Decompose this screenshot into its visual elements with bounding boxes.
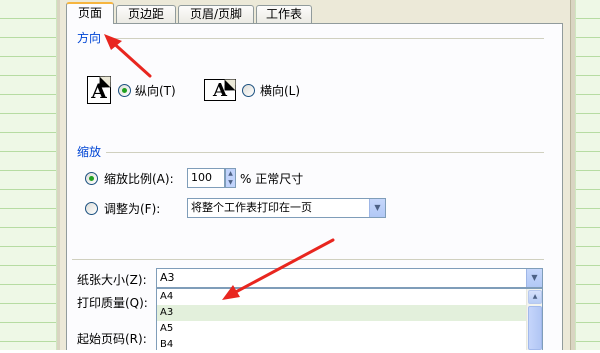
paper-size-dropdown-list[interactable]: A4 A3 A5 B4 ▲ (156, 288, 543, 350)
paper-size-label: 纸张大小(Z): (77, 273, 147, 287)
fit-to-value: 将整个工作表打印在一页 (191, 201, 312, 214)
normal-size-label: % 正常尺寸 (240, 172, 304, 186)
tab-header-footer[interactable]: 页眉/页脚 (178, 5, 254, 23)
fit-to-select[interactable]: 将整个工作表打印在一页 ▼ (187, 198, 386, 218)
list-item[interactable]: A5 (157, 321, 542, 337)
spin-down-icon[interactable]: ▼ (226, 178, 235, 187)
tab-sheet[interactable]: 工作表 (256, 5, 312, 23)
orientation-divider (108, 38, 544, 39)
scaling-section-title: 缩放 (77, 145, 102, 159)
dropdown-scrollbar[interactable]: ▲ (526, 289, 542, 350)
adjust-to-label[interactable]: 缩放比例(A): (104, 170, 174, 187)
list-item[interactable]: B4 (157, 337, 542, 353)
landscape-label[interactable]: 横向(L) (260, 82, 300, 99)
worksheet-background-left (0, 0, 57, 350)
list-item[interactable]: A4 (157, 289, 542, 305)
adjust-to-radio[interactable] (85, 172, 98, 185)
portrait-page-icon: A (87, 76, 111, 104)
paper-size-select[interactable]: A3 ▼ (156, 268, 543, 288)
landscape-page-icon: A (204, 79, 236, 101)
chevron-down-icon[interactable]: ▼ (369, 199, 385, 217)
scroll-up-icon[interactable]: ▲ (528, 290, 542, 304)
fit-to-label[interactable]: 调整为(F): (104, 200, 160, 217)
scale-percent-input[interactable]: 100 (187, 168, 225, 188)
print-quality-label: 打印质量(Q): (77, 296, 148, 310)
spin-up-icon[interactable]: ▲ (226, 169, 235, 178)
fit-to-radio[interactable] (85, 202, 98, 215)
worksheet-background-right (575, 0, 600, 350)
portrait-radio[interactable] (118, 84, 131, 97)
tab-margins[interactable]: 页边距 (116, 5, 176, 23)
dialog-left-edge (57, 0, 60, 350)
dialog-right-edge (570, 0, 575, 350)
tab-page[interactable]: 页面 (66, 2, 114, 24)
first-page-number-label: 起始页码(R): (77, 332, 147, 346)
scale-percent-spinner[interactable]: ▲ ▼ (225, 168, 236, 188)
list-item-selected[interactable]: A3 (157, 305, 542, 321)
scaling-divider (106, 152, 544, 153)
portrait-label[interactable]: 纵向(T) (135, 82, 176, 99)
paper-size-value: A3 (160, 271, 175, 284)
chevron-down-icon[interactable]: ▼ (526, 269, 542, 287)
orientation-section-title: 方向 (77, 31, 102, 45)
landscape-radio[interactable] (242, 84, 255, 97)
paper-divider (72, 259, 544, 260)
scroll-thumb[interactable] (528, 306, 542, 350)
